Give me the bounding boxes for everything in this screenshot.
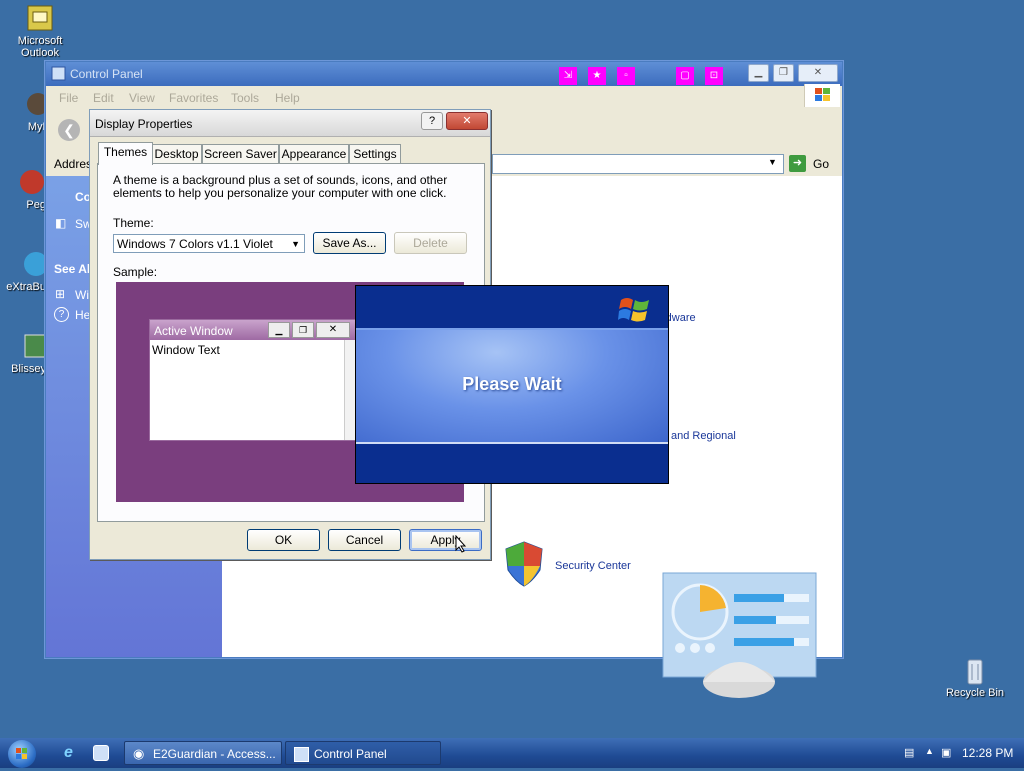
peg-icon xyxy=(18,168,46,196)
menu-view[interactable]: View xyxy=(129,91,155,105)
start-button[interactable] xyxy=(8,740,36,768)
network-tray-icon[interactable]: ▣ xyxy=(941,746,951,759)
desktop-icon-peg[interactable]: Peg xyxy=(0,168,46,211)
sample-close-icon: ✕ xyxy=(316,322,350,338)
menu-edit[interactable]: Edit xyxy=(93,91,114,105)
sample-window-titlebar: Active Window ▁ ❐ ✕ xyxy=(150,320,355,340)
show-hidden-icons-icon[interactable]: ▲ xyxy=(925,746,934,756)
category-security-center[interactable]: Security Center xyxy=(555,560,631,572)
control-panel-titlebar[interactable]: Control Panel ⇲ ★ ▫ ▢ ⊡ ▁ ❐ ✕ xyxy=(46,62,842,86)
taskbar-button-control-panel[interactable]: Control Panel xyxy=(285,741,441,765)
mouse-cursor-icon xyxy=(455,534,467,556)
taskbar: e ◉ E2Guardian - Access... Control Panel… xyxy=(0,738,1024,768)
control-panel-icon xyxy=(51,66,66,84)
recycle-bin-icon xyxy=(961,656,989,685)
help-button[interactable]: ? xyxy=(421,112,443,130)
show-desktop-icon[interactable] xyxy=(93,745,109,761)
taskbar-button-label: Control Panel xyxy=(314,747,387,761)
sample-label: Sample: xyxy=(113,265,158,279)
display-properties-title: Display Properties xyxy=(95,117,193,131)
sample-scrollbar xyxy=(344,340,355,440)
security-shield-icon xyxy=(502,540,546,591)
magenta-tool-button-4[interactable]: ▢ xyxy=(676,67,694,85)
magenta-tool-button-3[interactable]: ▫ xyxy=(617,67,635,85)
apply-button[interactable]: Apply xyxy=(409,529,482,551)
theme-select[interactable]: Windows 7 Colors v1.1 Violet ▼ xyxy=(113,234,305,253)
theme-label: Theme: xyxy=(113,216,154,230)
magenta-tool-button-1[interactable]: ⇲ xyxy=(559,67,577,85)
go-arrow-icon[interactable]: ➜ xyxy=(789,155,806,172)
display-properties-titlebar[interactable]: Display Properties ? ✕ xyxy=(90,110,490,137)
tab-appearance[interactable]: Appearance xyxy=(279,144,349,164)
windows-flag-icon xyxy=(804,84,840,107)
taskbar-button-label: E2Guardian - Access... xyxy=(153,747,276,761)
desktop-icon-extrabu[interactable]: eXtraBu xyxy=(0,250,48,293)
back-button[interactable]: ❮ xyxy=(58,119,80,141)
sample-maximize-icon: ❐ xyxy=(292,322,314,338)
performance-illustration xyxy=(662,572,818,703)
magenta-tool-button-5[interactable]: ⊡ xyxy=(705,67,723,85)
category-date-regional[interactable]: and Regional xyxy=(671,430,736,442)
menu-bar: File Edit View Favorites Tools Help xyxy=(46,84,842,109)
windows-logo-icon xyxy=(618,292,654,329)
menu-help[interactable]: Help xyxy=(275,91,300,105)
sample-window-text: Window Text xyxy=(152,343,220,357)
desktop-icon-outlook[interactable]: Microsoft Outlook xyxy=(5,4,75,59)
e2guardian-icon: ◉ xyxy=(133,746,145,761)
chevron-down-icon: ▼ xyxy=(291,239,300,249)
control-panel-title: Control Panel xyxy=(70,67,143,81)
address-input[interactable] xyxy=(492,154,784,174)
desktop-icon-label: Blissey xyxy=(11,363,46,375)
outlook-icon xyxy=(26,4,54,32)
address-dropdown-icon[interactable]: ▼ xyxy=(768,157,777,167)
windows-update-link[interactable]: Wi xyxy=(75,288,89,302)
internet-explorer-icon[interactable]: e xyxy=(64,744,73,762)
desktop-icon-label: Microsoft Outlook xyxy=(17,35,63,59)
control-panel-taskbar-icon xyxy=(294,747,309,762)
clock[interactable]: 12:28 PM xyxy=(962,746,1013,760)
desktop-icon-label: Recycle Bin xyxy=(945,687,1005,699)
desktop-icon-label: eXtraBu xyxy=(6,281,46,293)
delete-button[interactable]: Delete xyxy=(394,232,467,254)
taskbar-button-e2guardian[interactable]: ◉ E2Guardian - Access... xyxy=(124,741,282,765)
switch-view-icon: ◧ xyxy=(55,216,67,230)
maximize-button[interactable]: ❐ xyxy=(773,64,794,82)
menu-tools[interactable]: Tools xyxy=(231,91,259,105)
cancel-button[interactable]: Cancel xyxy=(328,529,401,551)
tab-screen-saver[interactable]: Screen Saver xyxy=(202,144,279,164)
please-wait-message: Please Wait xyxy=(462,374,562,394)
magenta-tool-button-2[interactable]: ★ xyxy=(588,67,606,85)
go-button[interactable]: Go xyxy=(813,157,829,171)
minimize-button[interactable]: ▁ xyxy=(748,64,769,82)
desktop-icon-label: Peg xyxy=(26,199,46,211)
desktop-icon-blissey[interactable]: Blissey xyxy=(0,332,48,375)
ok-button[interactable]: OK xyxy=(247,529,320,551)
tab-themes[interactable]: Themes xyxy=(98,142,153,165)
tab-desktop[interactable]: Desktop xyxy=(151,144,202,164)
themes-description: A theme is a background plus a set of so… xyxy=(113,173,448,200)
desktop-icon-recycle-bin[interactable]: Recycle Bin xyxy=(940,656,1010,699)
theme-select-value: Windows 7 Colors v1.1 Violet xyxy=(117,237,273,251)
help-icon: ? xyxy=(54,307,69,322)
keyboard-tray-icon[interactable]: ▤ xyxy=(904,746,914,759)
address-label: Addres xyxy=(54,157,93,171)
dialog-close-button[interactable]: ✕ xyxy=(446,112,488,130)
sample-window-title: Active Window xyxy=(154,324,233,338)
menu-file[interactable]: File xyxy=(59,91,78,105)
please-wait-dialog: Please Wait xyxy=(355,285,669,484)
sample-minimize-icon: ▁ xyxy=(268,322,290,338)
tab-settings[interactable]: Settings xyxy=(349,144,401,164)
close-button[interactable]: ✕ xyxy=(798,64,838,82)
save-as-button[interactable]: Save As... xyxy=(313,232,386,254)
menu-favorites[interactable]: Favorites xyxy=(169,91,218,105)
windows-update-icon: ⊞ xyxy=(55,287,66,301)
sample-active-window: Active Window ▁ ❐ ✕ Window Text xyxy=(149,319,356,441)
